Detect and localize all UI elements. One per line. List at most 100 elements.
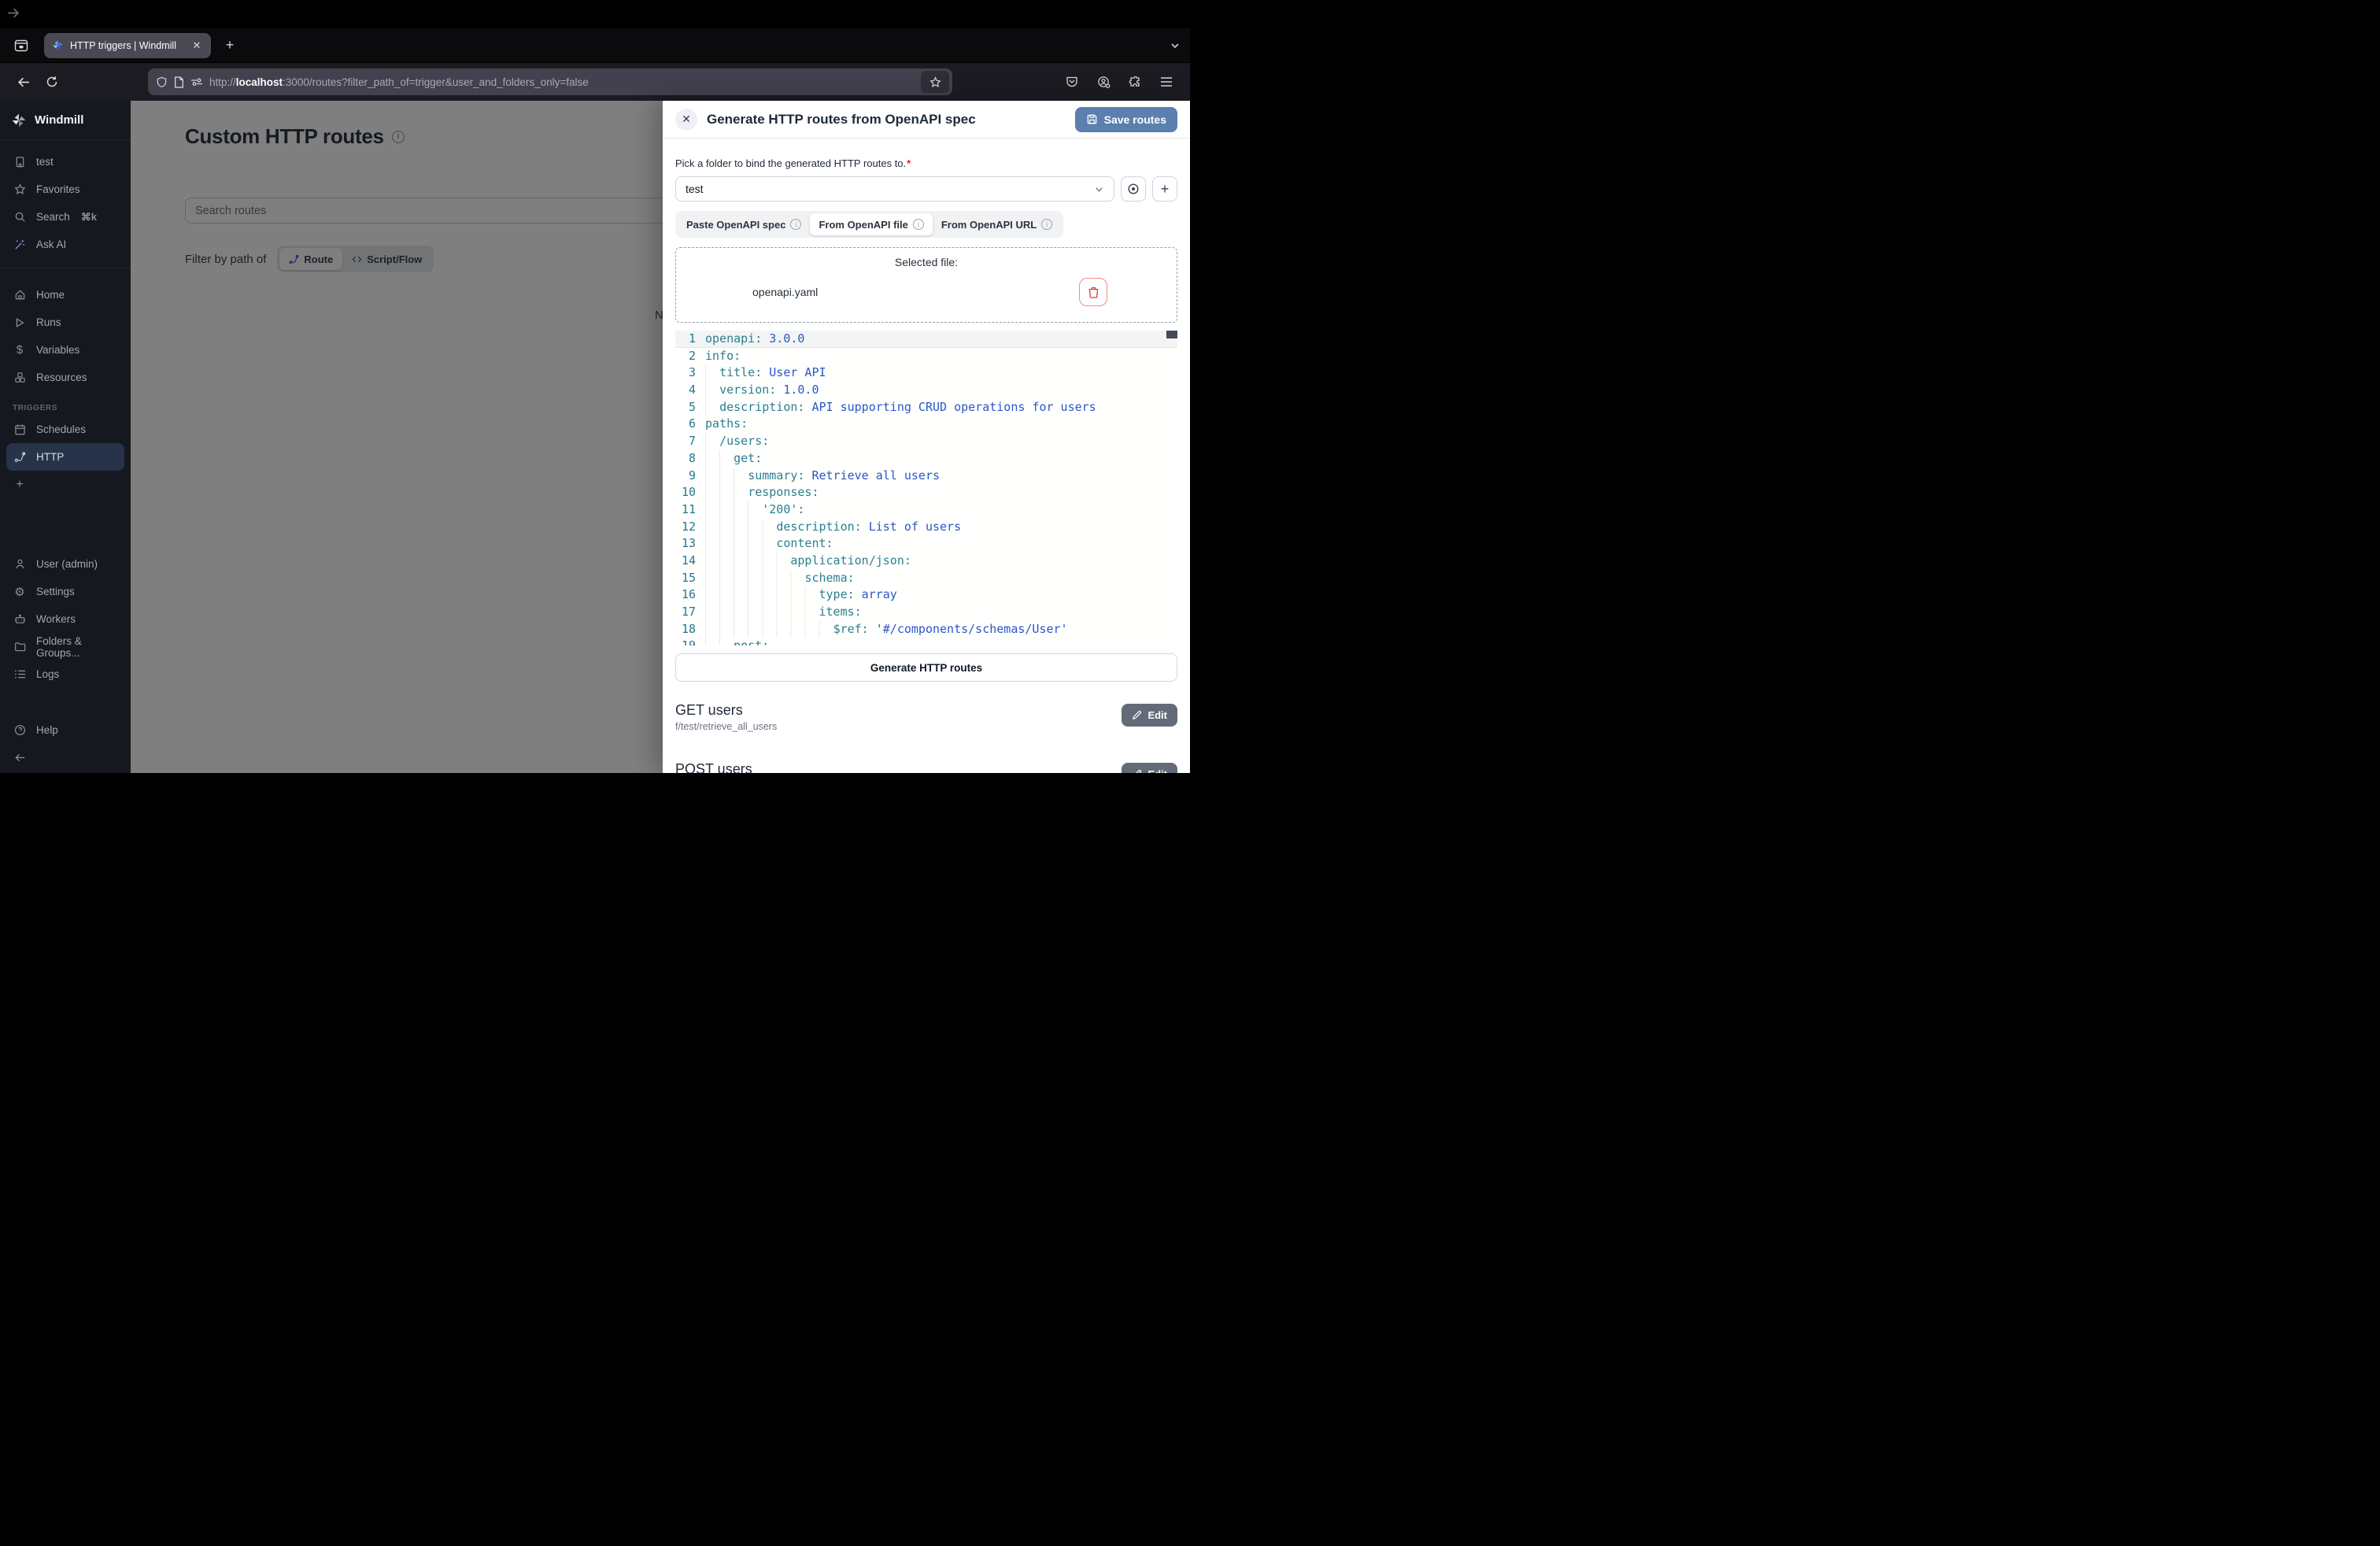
- add-folder-button[interactable]: +: [1152, 176, 1177, 202]
- search-icon: [13, 211, 27, 223]
- pencil-icon: [1132, 710, 1142, 720]
- code-line: 1openapi: 3.0.0: [675, 331, 1177, 348]
- sidebar-item-user[interactable]: User (admin): [6, 550, 124, 578]
- tab-title: HTTP triggers | Windmill: [70, 40, 183, 51]
- page-viewport: Windmill test Favorites: [0, 101, 1190, 773]
- sidebar-item-runs[interactable]: Runs: [6, 309, 124, 336]
- info-icon[interactable]: i: [913, 219, 924, 230]
- sidebar-item-label: Favorites: [36, 183, 80, 195]
- sidebar-item-workspace[interactable]: test: [6, 148, 124, 176]
- save-icon: [1086, 113, 1098, 125]
- sidebar-item-label: test: [36, 156, 54, 168]
- generated-route-row: POST users f/test/create_a_new_user Edit: [675, 761, 1177, 773]
- sidebar-item-logs[interactable]: Logs: [6, 660, 124, 688]
- windmill-favicon-icon: [52, 39, 64, 51]
- robot-icon: [13, 613, 27, 625]
- folder-select[interactable]: test: [675, 176, 1114, 202]
- folder-icon: [13, 641, 27, 653]
- code-line: 18 $ref: '#/components/schemas/User': [675, 621, 1177, 638]
- arrow-left-icon: [13, 752, 27, 764]
- back-icon[interactable]: [11, 69, 36, 94]
- sidebar-item-schedules[interactable]: Schedules: [6, 416, 124, 443]
- sidebar-collapse[interactable]: [6, 744, 124, 771]
- list-icon: [13, 669, 27, 679]
- reload-icon[interactable]: [39, 69, 65, 94]
- browser-toolbar: http://localhost:3000/routes?filter_path…: [0, 63, 1190, 101]
- star-icon: [13, 183, 27, 195]
- editor-scrollbar-thumb[interactable]: [1166, 331, 1177, 338]
- sidebar-item-label: Logs: [36, 668, 59, 680]
- screen: HTTP triggers | Windmill ✕ +: [0, 0, 1190, 773]
- tab-from-openapi-file[interactable]: From OpenAPI file i: [810, 213, 932, 235]
- sidebar-item-favorites[interactable]: Favorites: [6, 176, 124, 203]
- edit-label: Edit: [1148, 768, 1167, 773]
- sidebar-item-label: Ask AI: [36, 239, 66, 250]
- new-tab-icon[interactable]: +: [219, 35, 241, 57]
- search-shortcut: ⌘k: [81, 211, 97, 224]
- drawer-title: Generate HTTP routes from OpenAPI spec: [707, 112, 1066, 128]
- list-tabs-chevron-icon[interactable]: [1170, 40, 1181, 51]
- sidebar-item-ask-ai[interactable]: Ask AI: [6, 231, 124, 258]
- required-asterisk: *: [907, 157, 911, 169]
- route-path: f/test/retrieve_all_users: [675, 721, 1122, 732]
- generated-route-row: GET users f/test/retrieve_all_users Edit: [675, 702, 1177, 732]
- eye-preview-button[interactable]: [1121, 176, 1146, 202]
- yaml-code-editor[interactable]: 1openapi: 3.0.02info:3 title: User API4 …: [675, 331, 1177, 645]
- forward-icon[interactable]: [0, 0, 25, 25]
- cubes-icon: [13, 372, 27, 383]
- sidebar-item-resources[interactable]: Resources: [6, 364, 124, 391]
- brand-row[interactable]: Windmill: [0, 101, 131, 140]
- firefox-view-icon[interactable]: [9, 34, 33, 57]
- sidebar-item-workers[interactable]: Workers: [6, 605, 124, 633]
- code-line: 19 post:: [675, 638, 1177, 645]
- sidebar-item-http[interactable]: HTTP: [6, 443, 124, 471]
- sidebar-item-label: Workers: [36, 613, 76, 625]
- remove-file-button[interactable]: [1079, 278, 1107, 306]
- code-line: 4 version: 1.0.0: [675, 382, 1177, 399]
- code-line: 13 content:: [675, 535, 1177, 553]
- url-text[interactable]: http://localhost:3000/routes?filter_path…: [209, 76, 915, 88]
- home-icon: [13, 289, 27, 301]
- url-bar[interactable]: http://localhost:3000/routes?filter_path…: [148, 68, 952, 95]
- eye-icon: [1127, 183, 1140, 195]
- sidebar-item-help[interactable]: Help: [6, 716, 124, 744]
- tab-from-openapi-url[interactable]: From OpenAPI URL i: [933, 213, 1061, 235]
- code-line: 6paths:: [675, 416, 1177, 433]
- close-icon[interactable]: ✕: [675, 109, 697, 131]
- menu-hamburger-icon[interactable]: [1154, 69, 1179, 94]
- selected-file-label: Selected file:: [676, 256, 1177, 268]
- shield-icon[interactable]: [156, 76, 168, 88]
- edit-route-button[interactable]: Edit: [1122, 763, 1177, 773]
- tab-paste-openapi-spec[interactable]: Paste OpenAPI spec i: [678, 213, 810, 235]
- sidebar-item-label: Schedules: [36, 423, 86, 435]
- generate-http-routes-button[interactable]: Generate HTTP routes: [675, 653, 1177, 682]
- tab-close-icon[interactable]: ✕: [189, 38, 205, 54]
- brand-name: Windmill: [35, 113, 83, 127]
- sidebar-item-home[interactable]: Home: [6, 281, 124, 309]
- page-info-icon[interactable]: [174, 76, 184, 88]
- sidebar-add-trigger[interactable]: +: [6, 471, 124, 498]
- folder-field-label: Pick a folder to bind the generated HTTP…: [675, 157, 1177, 169]
- info-icon[interactable]: i: [1041, 219, 1052, 230]
- plus-icon: +: [1161, 182, 1170, 196]
- plus-icon: +: [13, 478, 27, 492]
- edit-route-button[interactable]: Edit: [1122, 704, 1177, 727]
- chevron-down-icon: [1094, 184, 1104, 194]
- code-line: 17 items:: [675, 604, 1177, 621]
- browser-tab[interactable]: HTTP triggers | Windmill ✕: [44, 33, 211, 58]
- account-icon[interactable]: [1091, 69, 1116, 94]
- permissions-icon[interactable]: [190, 76, 203, 87]
- tab-label: From OpenAPI URL: [941, 219, 1037, 231]
- extensions-puzzle-icon[interactable]: [1122, 69, 1148, 94]
- save-routes-button[interactable]: Save routes: [1075, 107, 1177, 132]
- sidebar-item-search[interactable]: Search ⌘k: [6, 203, 124, 231]
- sidebar-item-folders-groups[interactable]: Folders & Groups...: [6, 633, 124, 660]
- sidebar-item-settings[interactable]: ⚙ Settings: [6, 578, 124, 605]
- route-title: GET users: [675, 702, 1122, 719]
- pencil-icon: [1132, 769, 1142, 773]
- sidebar-item-variables[interactable]: $ Variables: [6, 336, 124, 364]
- pocket-icon[interactable]: [1059, 69, 1085, 94]
- info-icon[interactable]: i: [790, 219, 801, 230]
- bookmark-star-icon[interactable]: [921, 71, 949, 93]
- code-line: 14 application/json:: [675, 553, 1177, 570]
